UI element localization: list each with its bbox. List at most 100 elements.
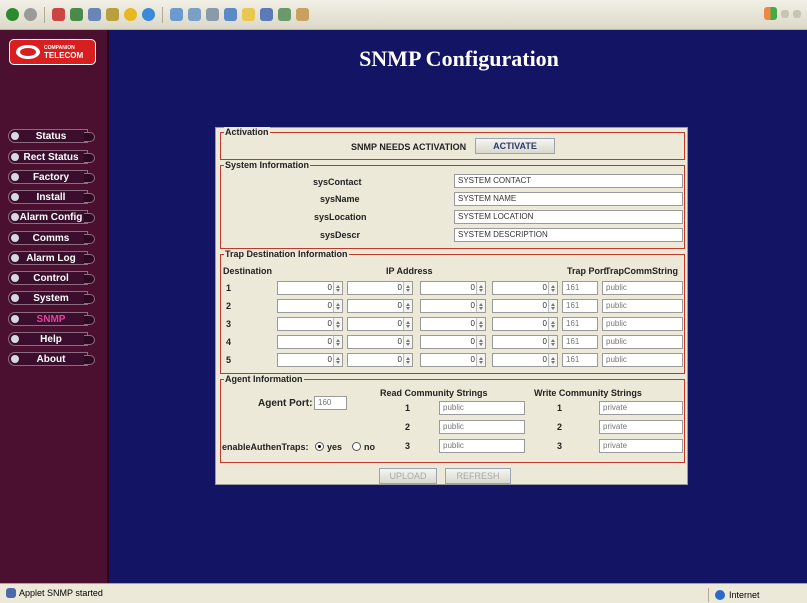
refresh-button[interactable]: REFRESH xyxy=(445,468,511,484)
sidebar-item-factory[interactable]: Factory xyxy=(8,170,95,184)
sys-contact-field[interactable]: SYSTEM CONTACT xyxy=(454,174,683,188)
ip-octet-spinner[interactable]: 0 xyxy=(347,299,413,313)
upload-button[interactable]: UPLOAD xyxy=(379,468,437,484)
write-community-field[interactable]: private xyxy=(599,401,683,415)
authen-yes-radio[interactable] xyxy=(315,442,324,451)
trap-community-field[interactable]: public xyxy=(602,299,683,313)
sidebar-item-control[interactable]: Control xyxy=(8,271,95,285)
spinner-arrows-icon[interactable] xyxy=(476,318,485,330)
trap-port-field[interactable]: 161 xyxy=(562,317,598,331)
ip-octet-value: 0 xyxy=(327,301,332,310)
history-icon[interactable] xyxy=(170,8,183,21)
sidebar-item-comms[interactable]: Comms xyxy=(8,231,95,245)
spinner-arrows-icon[interactable] xyxy=(403,300,412,312)
trap-port-field[interactable]: 161 xyxy=(562,281,598,295)
sidebar-item-snmp[interactable]: SNMP xyxy=(8,312,95,326)
trap-community-field[interactable]: public xyxy=(602,317,683,331)
spinner-arrows-icon[interactable] xyxy=(476,354,485,366)
authen-no-radio[interactable] xyxy=(352,442,361,451)
ip-octet-spinner[interactable]: 0 xyxy=(420,353,486,367)
sidebar-item-about[interactable]: About xyxy=(8,352,95,366)
spinner-arrows-icon[interactable] xyxy=(476,336,485,348)
sidebar-item-status[interactable]: Status xyxy=(8,129,95,143)
read-community-field[interactable]: public xyxy=(439,401,525,415)
read-community-field[interactable]: public xyxy=(439,420,525,434)
ip-octet-spinner[interactable]: 0 xyxy=(277,281,343,295)
activate-button[interactable]: ACTIVATE xyxy=(475,138,555,154)
trap-port-field[interactable]: 161 xyxy=(562,299,598,313)
forward-icon[interactable] xyxy=(24,8,37,21)
spinner-arrows-icon[interactable] xyxy=(548,282,557,294)
ip-octet-spinner[interactable]: 0 xyxy=(420,281,486,295)
ip-octet-spinner[interactable]: 0 xyxy=(492,299,558,313)
close-icon[interactable] xyxy=(793,9,801,18)
sys-name-field[interactable]: SYSTEM NAME xyxy=(454,192,683,206)
spinner-arrows-icon[interactable] xyxy=(548,336,557,348)
spinner-arrows-icon[interactable] xyxy=(403,318,412,330)
media-icon[interactable] xyxy=(142,8,155,21)
spinner-arrows-icon[interactable] xyxy=(403,282,412,294)
sys-location-field[interactable]: SYSTEM LOCATION xyxy=(454,210,683,224)
back-icon[interactable] xyxy=(6,8,19,21)
spinner-arrows-icon[interactable] xyxy=(333,336,342,348)
sidebar-item-rect-status[interactable]: Rect Status xyxy=(8,150,95,164)
read-community-field[interactable]: public xyxy=(439,439,525,453)
home-icon[interactable] xyxy=(88,8,101,21)
ip-octet-spinner[interactable]: 0 xyxy=(347,317,413,331)
agent-port-field[interactable]: 160 xyxy=(314,396,347,410)
trap-port-field[interactable]: 161 xyxy=(562,353,598,367)
research-icon[interactable] xyxy=(278,8,291,21)
ip-octet-spinner[interactable]: 0 xyxy=(420,299,486,313)
stop-icon[interactable] xyxy=(52,8,65,21)
ip-octet-spinner[interactable]: 0 xyxy=(492,317,558,331)
sidebar-item-label: Help xyxy=(40,333,62,345)
ip-octet-spinner[interactable]: 0 xyxy=(492,281,558,295)
spinner-arrows-icon[interactable] xyxy=(476,282,485,294)
ip-octet-spinner[interactable]: 0 xyxy=(277,335,343,349)
sys-descr-field[interactable]: SYSTEM DESCRIPTION xyxy=(454,228,683,242)
sidebar-item-alarm-config[interactable]: Alarm Config xyxy=(8,210,95,224)
ip-octet-spinner[interactable]: 0 xyxy=(347,353,413,367)
ip-octet-spinner[interactable]: 0 xyxy=(277,353,343,367)
print-icon[interactable] xyxy=(206,8,219,21)
spinner-arrows-icon[interactable] xyxy=(333,354,342,366)
ip-octet-spinner[interactable]: 0 xyxy=(347,335,413,349)
spinner-arrows-icon[interactable] xyxy=(548,300,557,312)
folder-icon[interactable] xyxy=(242,8,255,21)
tools-icon[interactable] xyxy=(296,8,309,21)
write-community-field[interactable]: private xyxy=(599,420,683,434)
trap-community-field[interactable]: public xyxy=(602,281,683,295)
sidebar-item-system[interactable]: System xyxy=(8,291,95,305)
favorites-icon[interactable] xyxy=(124,8,137,21)
spinner-arrows-icon[interactable] xyxy=(476,300,485,312)
write-community-field[interactable]: private xyxy=(599,439,683,453)
sidebar-item-install[interactable]: Install xyxy=(8,190,95,204)
trap-port-field[interactable]: 161 xyxy=(562,335,598,349)
sidebar-item-label: Factory xyxy=(32,171,70,183)
ip-octet-spinner[interactable]: 0 xyxy=(347,281,413,295)
edit-icon[interactable] xyxy=(224,8,237,21)
trap-community-field[interactable]: public xyxy=(602,335,683,349)
spinner-arrows-icon[interactable] xyxy=(403,354,412,366)
sidebar-item-alarm-log[interactable]: Alarm Log xyxy=(8,251,95,265)
ip-octet-spinner[interactable]: 0 xyxy=(492,353,558,367)
spinner-arrows-icon[interactable] xyxy=(548,354,557,366)
ip-octet-spinner[interactable]: 0 xyxy=(420,317,486,331)
search-icon[interactable] xyxy=(106,8,119,21)
ip-octet-spinner[interactable]: 0 xyxy=(277,317,343,331)
ip-octet-spinner[interactable]: 0 xyxy=(420,335,486,349)
minimize-icon[interactable] xyxy=(781,9,789,18)
spinner-arrows-icon[interactable] xyxy=(333,282,342,294)
ip-octet-spinner[interactable]: 0 xyxy=(492,335,558,349)
toolbar-separator xyxy=(162,6,163,23)
spinner-arrows-icon[interactable] xyxy=(333,318,342,330)
spinner-arrows-icon[interactable] xyxy=(333,300,342,312)
trap-community-field[interactable]: public xyxy=(602,353,683,367)
spinner-arrows-icon[interactable] xyxy=(403,336,412,348)
messenger-icon[interactable] xyxy=(260,8,273,21)
refresh-icon[interactable] xyxy=(70,8,83,21)
ip-octet-spinner[interactable]: 0 xyxy=(277,299,343,313)
mail-icon[interactable] xyxy=(188,8,201,21)
spinner-arrows-icon[interactable] xyxy=(548,318,557,330)
sidebar-item-help[interactable]: Help xyxy=(8,332,95,346)
